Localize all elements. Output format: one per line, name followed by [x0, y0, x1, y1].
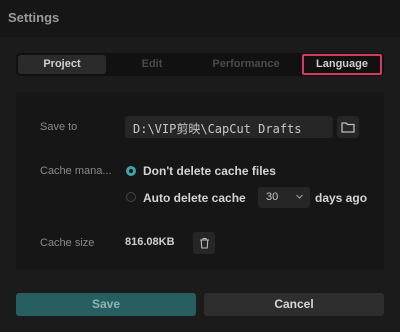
radio-keep-cache[interactable] [126, 166, 136, 176]
window-title: Settings [8, 10, 60, 25]
tab-edit[interactable]: Edit [108, 55, 196, 74]
tab-performance[interactable]: Performance [200, 55, 292, 74]
cancel-button[interactable]: Cancel [204, 293, 384, 316]
save-button[interactable]: Save [16, 293, 196, 316]
auto-delete-label: Auto delete cache [143, 191, 246, 205]
folder-icon [341, 122, 355, 133]
chevron-down-icon [296, 194, 303, 199]
tab-language[interactable]: Language [302, 54, 382, 75]
browse-folder-button[interactable] [337, 116, 359, 138]
cache-size-label: Cache size [40, 237, 95, 249]
days-value: 30 [266, 191, 279, 203]
radio-auto-delete[interactable] [126, 192, 136, 202]
cache-management-label: Cache mana... [40, 165, 112, 177]
days-select[interactable]: 30 [258, 187, 310, 208]
tab-bar: Project Edit Performance Language [16, 53, 384, 76]
save-to-label: Save to [40, 121, 78, 133]
cache-size-value: 816.08KB [125, 236, 175, 248]
clear-cache-button[interactable] [193, 232, 215, 254]
tab-project[interactable]: Project [18, 55, 106, 74]
keep-cache-label: Don't delete cache files [143, 164, 276, 178]
save-path-text: D:\VIP剪映\CapCut Drafts [133, 122, 302, 136]
save-path-field[interactable]: D:\VIP剪映\CapCut Drafts [125, 116, 333, 138]
days-ago-label: days ago [315, 191, 368, 205]
trash-icon [199, 237, 209, 249]
